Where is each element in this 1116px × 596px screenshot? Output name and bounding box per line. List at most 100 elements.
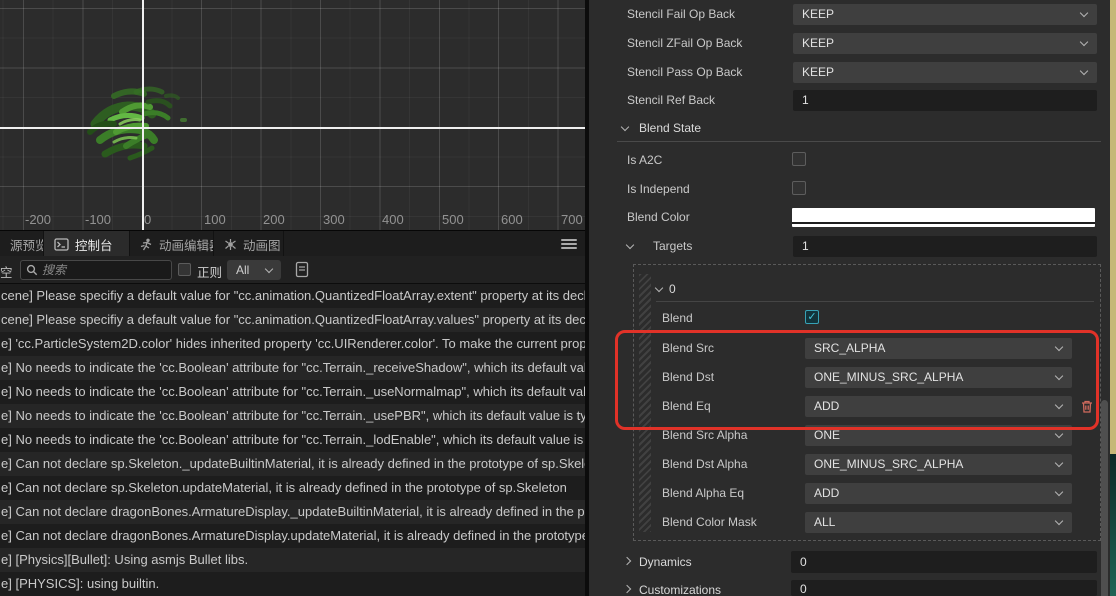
- select-value: KEEP: [802, 36, 835, 50]
- is-independ-checkbox[interactable]: [792, 181, 806, 195]
- property-label: Is A2C: [627, 153, 663, 167]
- log-row[interactable]: e] Can not declare dragonBones.ArmatureD…: [0, 500, 585, 524]
- console-toolbar: 空 正则 All: [0, 256, 585, 284]
- blend-eq-select[interactable]: ADD: [805, 396, 1072, 417]
- animation-graph-icon: [225, 238, 236, 250]
- select-value: ONE_MINUS_SRC_ALPHA: [814, 370, 964, 384]
- input-value: 1: [802, 239, 809, 253]
- select-value: ONE_MINUS_SRC_ALPHA: [814, 457, 964, 471]
- ruler-label: 200: [263, 212, 285, 227]
- collapse-arrow-icon: [622, 584, 632, 594]
- log-row[interactable]: e] 'cc.ParticleSystem2D.color' hides inh…: [0, 332, 585, 356]
- scene-axis-x: [0, 127, 585, 129]
- blend-src-select[interactable]: SRC_ALPHA: [805, 338, 1072, 359]
- select-value: ALL: [814, 515, 836, 529]
- targets-header[interactable]: Targets: [653, 236, 692, 257]
- bottom-panel-tabbar: 源预览 控制台 动画编辑器 动画图: [0, 230, 585, 257]
- is-a2c-checkbox[interactable]: [792, 152, 806, 166]
- log-row[interactable]: e] No needs to indicate the 'cc.Boolean'…: [0, 380, 585, 404]
- blend-checkbox[interactable]: ✓: [805, 310, 819, 324]
- customizations-count-input[interactable]: 0: [791, 580, 1097, 596]
- log-row[interactable]: e] [Physics][Bullet]: Using asmjs Bullet…: [0, 548, 585, 572]
- select-value: ADD: [814, 399, 840, 413]
- inspector-scrollbar[interactable]: [1101, 400, 1108, 596]
- blend-color-picker[interactable]: [792, 208, 1095, 227]
- clear-console-button[interactable]: 空: [0, 262, 13, 281]
- ruler-label: 300: [323, 212, 345, 227]
- property-label: Stencil Pass Op Back: [627, 65, 743, 79]
- target0-header[interactable]: 0: [669, 279, 676, 300]
- customizations-section-header[interactable]: Customizations: [639, 580, 721, 596]
- ruler-label: -200: [25, 212, 52, 227]
- log-row[interactable]: e] Can not declare dragonBones.ArmatureD…: [0, 524, 585, 548]
- filter-value: All: [236, 263, 250, 277]
- panel-menu-icon[interactable]: [561, 237, 577, 251]
- running-figure-icon: [140, 238, 152, 250]
- log-row[interactable]: cene] Please specifiy a default value fo…: [0, 284, 585, 308]
- log-row[interactable]: e] No needs to indicate the 'cc.Boolean'…: [0, 404, 585, 428]
- tab-asset-preview[interactable]: 源预览: [0, 231, 44, 257]
- log-row[interactable]: e] No needs to indicate the 'cc.Boolean'…: [0, 356, 585, 380]
- blend-color-mask-select[interactable]: ALL: [805, 512, 1072, 533]
- blend-dst-select[interactable]: ONE_MINUS_SRC_ALPHA: [805, 367, 1072, 388]
- blend-state-section-header[interactable]: Blend State: [639, 118, 701, 139]
- dynamics-section-header[interactable]: Dynamics: [639, 552, 692, 573]
- stencil-fail-op-back-select[interactable]: KEEP: [793, 4, 1097, 25]
- scene-axis-y: [142, 0, 144, 230]
- log-file-icon[interactable]: [294, 261, 310, 278]
- scene-view[interactable]: -200 -100 0 100 200 300 400 500 600 700: [0, 0, 585, 230]
- drag-handle[interactable]: [639, 274, 651, 532]
- search-box[interactable]: [20, 260, 172, 280]
- stencil-ref-back-input[interactable]: 1: [793, 90, 1097, 111]
- property-label: Blend Alpha Eq: [662, 486, 745, 500]
- property-label: Blend Color: [627, 210, 690, 224]
- log-row[interactable]: cene] Please specifiy a default value fo…: [0, 308, 585, 332]
- property-label: Blend Dst: [662, 370, 715, 384]
- select-value: SRC_ALPHA: [814, 341, 886, 355]
- property-label: Stencil Fail Op Back: [627, 7, 736, 21]
- stencil-zfail-op-back-select[interactable]: KEEP: [793, 33, 1097, 54]
- ruler-label: 400: [382, 212, 404, 227]
- tab-animation-graph[interactable]: 动画图: [214, 231, 284, 257]
- property-label: Blend Dst Alpha: [662, 457, 748, 471]
- tab-animation-editor[interactable]: 动画编辑器: [130, 231, 214, 257]
- select-value: KEEP: [802, 65, 835, 79]
- tab-animation-graph-label: 动画图: [243, 238, 281, 253]
- delete-target-button[interactable]: [1080, 399, 1094, 414]
- select-value: ADD: [814, 486, 840, 500]
- log-row[interactable]: e] Can not declare sp.Skeleton.updateMat…: [0, 476, 585, 500]
- side-panel-edge-top: [1110, 0, 1116, 454]
- tab-console-label: 控制台: [75, 238, 113, 253]
- select-value: ONE: [814, 428, 841, 442]
- log-row[interactable]: e] No needs to indicate the 'cc.Boolean'…: [0, 428, 585, 452]
- log-row[interactable]: e] Can not declare sp.Skeleton._updateBu…: [0, 452, 585, 476]
- blend-src-alpha-select[interactable]: ONE: [805, 425, 1072, 446]
- ruler-label: 600: [501, 212, 523, 227]
- search-icon: [26, 264, 38, 276]
- input-value: 0: [800, 582, 807, 596]
- dynamics-count-input[interactable]: 0: [791, 551, 1097, 573]
- stencil-pass-op-back-select[interactable]: KEEP: [793, 62, 1097, 83]
- collapse-arrow-icon: [620, 122, 630, 132]
- log-row[interactable]: e] [PHYSICS]: using builtin.: [0, 572, 585, 596]
- targets-count-input[interactable]: 1: [793, 236, 1097, 257]
- blend-alpha-eq-select[interactable]: ADD: [805, 483, 1072, 504]
- ruler-label: 500: [442, 212, 464, 227]
- blend-dst-alpha-select[interactable]: ONE_MINUS_SRC_ALPHA: [805, 454, 1072, 475]
- collapse-arrow-icon: [625, 240, 635, 250]
- particle-object: [87, 86, 187, 161]
- log-level-filter-select[interactable]: All: [227, 260, 281, 280]
- property-label: Stencil ZFail Op Back: [627, 36, 743, 50]
- search-input[interactable]: [42, 263, 152, 277]
- regex-label: 正则: [197, 266, 223, 280]
- property-label: Blend: [662, 311, 693, 325]
- property-label: Blend Color Mask: [662, 515, 757, 529]
- ruler-label: 100: [204, 212, 226, 227]
- tab-console[interactable]: 控制台: [44, 231, 130, 257]
- section-divider: [656, 301, 1094, 302]
- tab-animation-editor-label: 动画编辑器: [159, 238, 213, 253]
- tab-asset-preview-label: 源预览: [10, 238, 44, 253]
- terminal-icon: [54, 237, 69, 251]
- section-divider: [617, 141, 1101, 142]
- regex-checkbox[interactable]: [178, 263, 191, 276]
